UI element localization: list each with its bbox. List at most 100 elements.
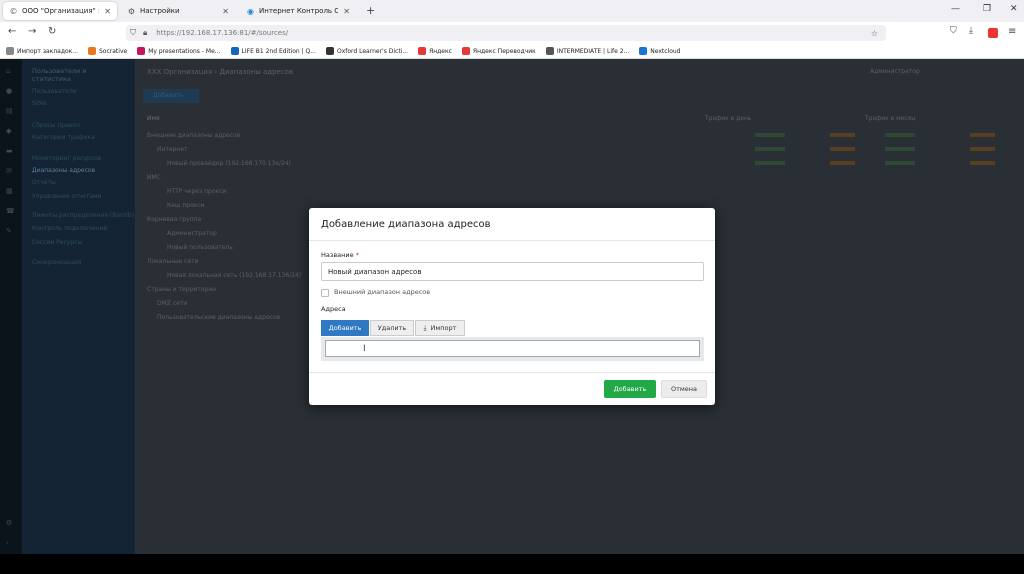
traffic-bar [830,147,855,151]
sidebar: Пользователи и статистика Пользователи S… [22,59,135,554]
new-tab-icon[interactable]: + [366,4,375,17]
bookmark-item[interactable]: Яндекс Переводчик [461,47,536,55]
pocket-icon[interactable]: ⛉ [950,26,957,36]
tab-title: Интернет Контроль Сервер - [259,7,339,15]
submit-button[interactable]: Добавить [604,380,656,398]
restore-icon[interactable]: ❐ [983,4,991,14]
table-row[interactable]: Интернет [157,146,188,153]
traffic-bar [970,133,995,137]
sidebar-item-sites[interactable]: Sites [32,100,47,107]
sidebar-item-bandwidth[interactable]: Лимиты распределения (Bandb) [32,212,134,219]
bookmark-item[interactable]: My presentations - Me... [137,47,221,55]
gear-icon[interactable]: ⚙ [6,519,15,528]
name-input[interactable] [321,262,704,281]
bookmark-item[interactable]: LIFE B1 2nd Edition | Q... [230,47,316,55]
table-row[interactable]: DMZ сети [157,300,187,307]
browser-tab-bar: © ООО "Организация" › Диапаз ✕ ⚙ Настрой… [0,0,1024,22]
bookmark-icon [418,47,427,55]
sidebar-item-sessions[interactable]: Сессии Ресурсы [32,239,82,246]
sidebar-item-rules[interactable]: Сбросы правил [32,122,80,129]
import-button[interactable]: ⤓ Импорт [415,320,465,336]
sidebar-item-connections[interactable]: Контроль подключений [32,225,107,232]
sidebar-item-monitoring[interactable]: Мониторинг ресурсов [32,155,101,162]
shield-icon: ⛉ [130,28,136,37]
table-row[interactable]: Внешние диапазоны адресов [147,132,240,139]
mail-icon[interactable]: ✉ [6,167,15,176]
close-icon[interactable]: ✕ [222,7,229,16]
back-icon[interactable]: ← [8,26,16,37]
name-label-text: Название [321,251,354,259]
browser-nav-bar: ← → ↻ ⛉ 🔒︎ https://192.168.17.136:81/#/s… [0,22,1024,44]
settings-icon[interactable]: ▦ [6,187,15,196]
url-bar[interactable]: ⛉ 🔒︎ https://192.168.17.136:81/#/sources… [126,25,886,41]
table-row[interactable]: Кеш прокси [167,202,205,209]
table-row[interactable]: Администратор [167,230,217,237]
wrench-icon[interactable]: ✎ [6,227,15,236]
menu-icon[interactable]: ≡ [1008,26,1016,37]
c-logo-icon: © [9,6,18,16]
add-range-button[interactable]: Добавить [143,89,199,103]
tab-title: ООО "Организация" › Диапаз [22,7,99,15]
traffic-bar [755,133,785,137]
traffic-bar [885,147,915,151]
table-row[interactable]: Страны и территории [147,286,216,293]
chart-icon[interactable]: ▤ [6,107,15,116]
close-icon[interactable]: ✕ [104,7,111,16]
user-menu[interactable]: Администратор [870,68,920,75]
extension-icon[interactable] [988,28,998,38]
table-row[interactable]: Новый провайдер (192.168.170.13x/24) [167,160,291,167]
table-row[interactable]: Пользовательские диапазоны адресов [157,314,280,321]
bottom-bar [0,554,1024,574]
star-icon[interactable]: ☆ [871,29,878,38]
bookmark-label: My presentations - Me... [148,47,221,55]
add-address-button[interactable]: Добавить [321,320,369,336]
traffic-bar [755,147,785,151]
sidebar-item-report-management[interactable]: Управление отчетами [32,193,102,200]
bookmark-label: Яндекс [429,47,452,55]
tab-ics[interactable]: ◉ Интернет Контроль Сервер - ✕ [240,2,356,20]
bookmark-item[interactable]: INTERMEDIATE | Life 2... [545,47,630,55]
sidebar-item-users[interactable]: Пользователи [32,88,77,95]
ics-icon: ◉ [247,6,254,16]
table-row[interactable]: Новая локальная сеть (192.168.17.136/24) [167,272,301,279]
folder-icon[interactable]: ▬ [6,147,15,156]
bookmark-item[interactable]: Nextcloud [639,47,680,55]
table-row[interactable]: HTTP через прокси [167,188,226,195]
forward-icon[interactable]: → [28,26,36,37]
sidebar-item-reports[interactable]: Отчёты [32,179,56,186]
table-row[interactable]: Новый пользователь [167,244,233,251]
delete-address-button[interactable]: Удалить [370,320,414,336]
external-range-checkbox[interactable] [321,289,329,297]
sidebar-item-traffic-categories[interactable]: Категории трафика [32,134,95,141]
column-day-header: Трафик в день [705,115,752,122]
cancel-button[interactable]: Отмена [661,380,707,398]
tab-settings[interactable]: ⚙ Настройки ✕ [121,2,235,20]
tab-organization[interactable]: © ООО "Организация" › Диапаз ✕ [3,2,117,20]
bookmark-label: INTERMEDIATE | Life 2... [556,47,630,55]
home-icon[interactable]: ⌂ [6,67,15,76]
shield-icon[interactable]: ◆ [6,127,15,136]
user-icon[interactable]: ● [6,87,15,96]
traffic-bar [885,161,915,165]
bookmark-item[interactable]: Импорт закладок... [6,47,78,55]
table-row[interactable]: Корневая группа [147,216,201,223]
bookmark-item[interactable]: Oxford Learner's Dicti... [325,47,408,55]
window-close-icon[interactable]: ✕ [1010,4,1018,14]
minimize-icon[interactable]: — [951,4,960,14]
phone-icon[interactable]: ☎ [6,207,15,216]
table-row[interactable]: ИМС [147,174,161,181]
bookmark-item[interactable]: Socrative [88,47,127,55]
sidebar-item-address-ranges[interactable]: Диапазоны адресов [32,167,95,174]
collapse-icon[interactable]: ‹ [6,539,15,548]
download-icon[interactable]: ⤓ [969,26,973,36]
traffic-values-area [735,133,1005,283]
address-input[interactable]: I [325,340,700,357]
table-row[interactable]: Локальные сети [147,258,199,265]
sidebar-item-sync[interactable]: Синхронизация [32,259,81,266]
close-icon[interactable]: ✕ [343,7,350,16]
bookmark-item[interactable]: Яндекс [418,47,452,55]
reload-icon[interactable]: ↻ [48,26,56,37]
traffic-bar [970,147,995,151]
traffic-bar [755,161,785,165]
traffic-bar [885,133,915,137]
